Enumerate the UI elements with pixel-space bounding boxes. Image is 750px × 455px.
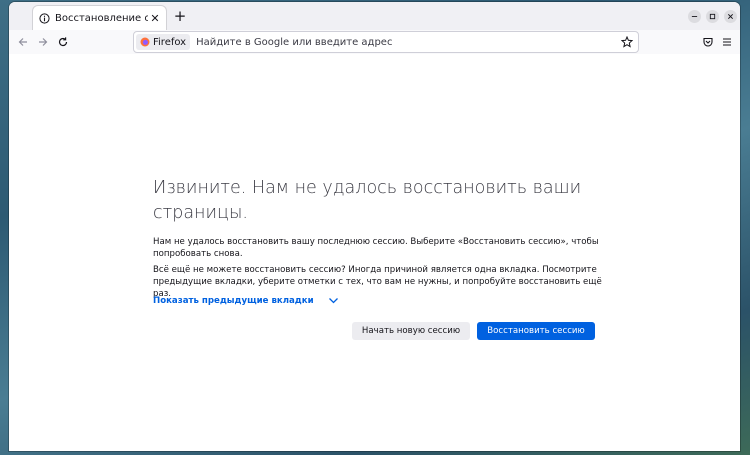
new-tab-button[interactable]: + — [171, 7, 189, 25]
tab-session-restore[interactable]: Восстановление сессии ✕ — [33, 6, 166, 30]
menu-button[interactable] — [719, 34, 735, 50]
forward-button[interactable] — [35, 34, 51, 50]
navigation-toolbar: Firefox Найдите в Google или введите адр… — [9, 30, 740, 55]
restore-session-button[interactable]: Восстановить сессию — [477, 322, 595, 340]
page-content: Извините. Нам не удалось восстановить ва… — [9, 54, 740, 451]
bookmark-star-icon[interactable] — [621, 36, 633, 48]
reload-button[interactable] — [55, 34, 71, 50]
error-description: Нам не удалось восстановить вашу последн… — [153, 237, 599, 259]
info-icon — [39, 12, 50, 24]
show-previous-tabs-label: Показать предыдущие вкладки — [153, 296, 314, 306]
error-title: Извините. Нам не удалось восстановить ва… — [153, 178, 582, 223]
maximize-icon[interactable] — [706, 10, 719, 23]
browser-window: Восстановление сессии ✕ + — [9, 2, 740, 451]
tab-bar: Восстановление сессии ✕ + — [9, 2, 740, 30]
pocket-button[interactable] — [700, 34, 716, 50]
arrow-right-icon — [39, 38, 48, 46]
hamburger-menu-icon — [723, 38, 731, 46]
pocket-icon — [703, 37, 713, 47]
close-icon[interactable]: ✕ — [148, 12, 162, 25]
back-button[interactable] — [15, 34, 31, 50]
show-previous-tabs-toggle[interactable]: Показать предыдущие вкладки — [153, 296, 339, 306]
arrow-left-icon — [18, 38, 27, 46]
start-new-session-button[interactable]: Начать новую сессию — [352, 322, 470, 340]
url-bar[interactable]: Firefox Найдите в Google или введите адр… — [133, 31, 639, 53]
tab-title: Восстановление сессии — [55, 12, 148, 24]
reload-icon — [58, 37, 68, 47]
chevron-down-icon — [328, 298, 338, 304]
identity-label: Firefox — [153, 36, 187, 48]
close-window-icon[interactable] — [724, 10, 737, 23]
url-input[interactable]: Найдите в Google или введите адрес — [196, 37, 621, 48]
error-hint: Всё ещё не можете восстановить сессию? И… — [153, 265, 602, 299]
minimize-icon[interactable] — [688, 10, 701, 23]
identity-box[interactable]: Firefox — [136, 34, 191, 50]
firefox-logo-icon — [140, 37, 150, 47]
